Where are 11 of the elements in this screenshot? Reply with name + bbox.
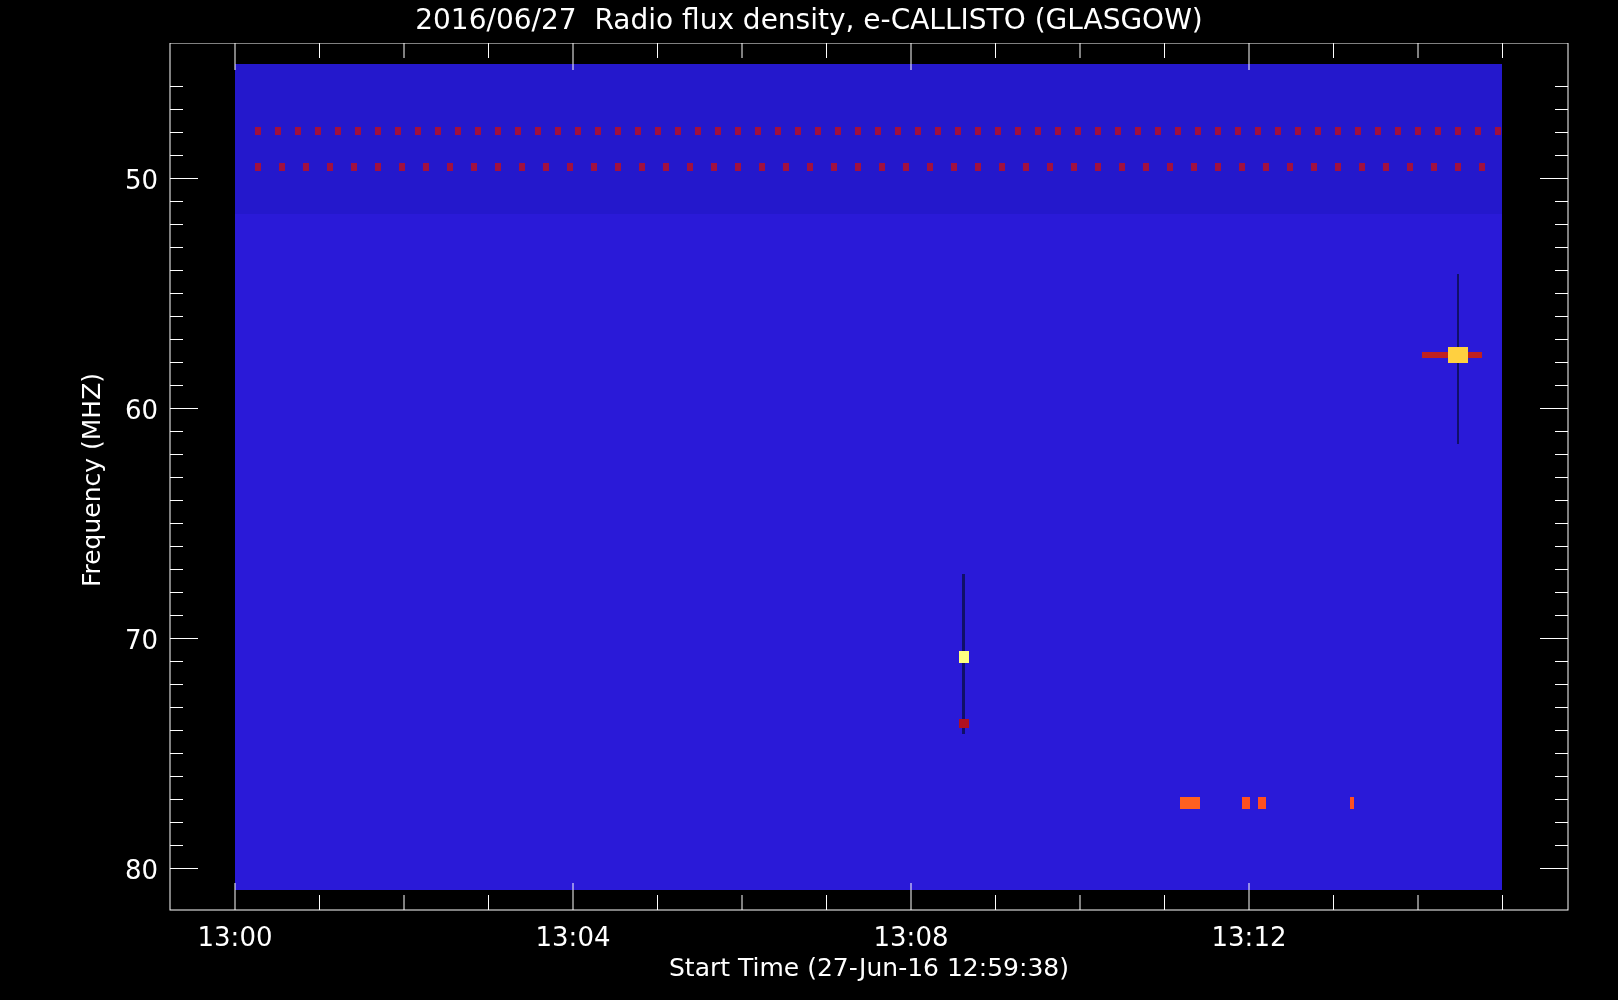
x-axis-label: Start Time (27-Jun-16 12:59:38)	[669, 953, 1069, 982]
y-tick-label: 50	[124, 164, 158, 195]
y-tick-label: 80	[124, 854, 158, 885]
y-tick-label: 60	[124, 394, 158, 425]
x-tick-label: 13:04	[535, 922, 611, 952]
y-tick-label: 70	[124, 624, 158, 655]
x-tick-label: 13:00	[197, 922, 273, 952]
x-tick-label: 13:08	[873, 922, 949, 952]
x-tick-label: 13:12	[1211, 922, 1287, 952]
chart-title: 2016/06/27 Radio flux density, e-CALLISTO (GLASGOW)	[414, 2, 1204, 38]
y-axis-label: Frequency (MHZ)	[77, 372, 106, 588]
